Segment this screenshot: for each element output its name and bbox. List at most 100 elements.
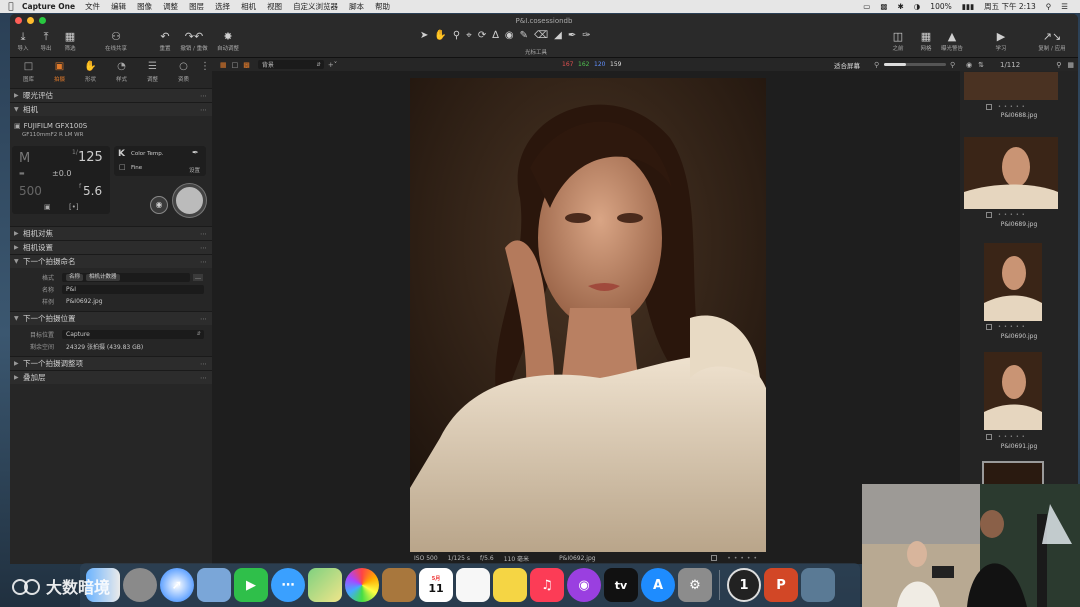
tab-capture[interactable]: ▣ 拍摄 [44, 58, 75, 88]
safari-icon[interactable]: ➚ [160, 568, 194, 602]
messages-icon[interactable]: ⋯ [271, 568, 305, 602]
pan-icon[interactable]: ✋ [434, 30, 446, 41]
tab-more[interactable]: ⋮ [199, 58, 211, 88]
thumbnail-0688[interactable] [964, 72, 1058, 100]
more-icon[interactable]: ⋯ [200, 106, 207, 114]
share-button[interactable]: ⚇ 在线共享 [99, 29, 133, 52]
loupe-icon[interactable]: ⚲ [453, 30, 460, 41]
clock[interactable]: 周五 下午 2:13 [984, 1, 1036, 12]
copy-apply-button[interactable]: ↗↘ 复制 / 应用 [1035, 29, 1069, 52]
thumb-checkbox[interactable] [986, 434, 992, 440]
menu-item-select[interactable]: 选择 [215, 1, 230, 12]
appstore-icon[interactable]: A [641, 568, 675, 602]
tab-adjust[interactable]: ☰ 调整 [137, 58, 168, 88]
reminders-icon[interactable] [456, 568, 490, 602]
section-overlay[interactable]: ▶ 叠加层 ⋯ [10, 370, 212, 384]
preset-select[interactable]: 背景 ⇵ [257, 60, 324, 69]
camera-settings-label[interactable]: 设置 [189, 166, 200, 174]
search-icon[interactable]: ⚲ [1046, 2, 1052, 11]
airplay-icon[interactable]: ▭ [863, 2, 870, 11]
section-next-capture-naming[interactable]: ▼ 下一个拍摄命名 ⋯ [10, 254, 212, 268]
naming-name-input[interactable]: P&I [62, 284, 204, 294]
image-quality[interactable]: Fine [131, 165, 142, 171]
sort-icon[interactable]: ⇅ [978, 61, 984, 69]
capture-one-icon[interactable]: 1 [727, 568, 761, 602]
photos-icon[interactable] [345, 568, 379, 602]
token-name[interactable]: 名称 [66, 273, 84, 281]
menu-item-layers[interactable]: 图层 [189, 1, 204, 12]
apple-icon[interactable]:  [0, 2, 22, 12]
aperture-value[interactable]: 5.6 [83, 184, 102, 198]
thumb-checkbox[interactable] [986, 212, 992, 218]
tab-layers[interactable]: ○ 资质 [168, 58, 199, 88]
wb-mode[interactable]: Color Temp. [131, 151, 164, 157]
thumb-rating[interactable]: ••••• [998, 324, 1028, 330]
more-icon[interactable]: ⋯ [200, 374, 207, 382]
picker-icon[interactable]: ✒ [568, 30, 576, 41]
auto-adjust-button[interactable]: ✸ 自动调整 [211, 29, 245, 52]
location-target-select[interactable]: Capture ⇵ [62, 329, 204, 339]
brush-icon[interactable]: ✎ [520, 30, 528, 41]
powerpoint-icon[interactable]: P [764, 568, 798, 602]
exposure-mode[interactable]: M [19, 151, 30, 166]
drive-mode-icon[interactable]: ▣ [44, 203, 51, 211]
live-view-button[interactable]: ◉ [150, 196, 168, 214]
photo-app-icon[interactable] [801, 568, 835, 602]
annotate-icon[interactable]: ✑ [582, 30, 590, 41]
thumbnail-0689[interactable] [964, 137, 1058, 209]
photo-select-checkbox[interactable] [711, 555, 718, 561]
grid-view-icon[interactable]: ▦ [220, 61, 227, 69]
token-counter[interactable]: 相机计数器 [86, 273, 120, 281]
spot-icon[interactable]: ◉ [505, 30, 514, 41]
add-icon[interactable]: +˅ [328, 61, 337, 69]
menu-item-adjust[interactable]: 调整 [163, 1, 178, 12]
filter-button[interactable]: ▦ 筛选 [53, 29, 87, 52]
bluetooth-icon[interactable]: ✱ [897, 2, 903, 11]
tv-icon[interactable]: tv [604, 568, 638, 602]
wifi-icon[interactable]: ◑ [914, 2, 921, 11]
eyedropper-icon[interactable]: ✒ [192, 148, 199, 157]
control-center-icon[interactable]: ☰ [1061, 2, 1068, 11]
calendar-icon[interactable]: 5月 11 [419, 568, 453, 602]
select-cursor-icon[interactable]: ➤ [420, 30, 428, 41]
menu-app-name[interactable]: Capture One [22, 2, 75, 11]
system-preferences-icon[interactable]: ⚙ [678, 568, 712, 602]
thumbnail-0691[interactable] [984, 352, 1042, 430]
menu-item-image[interactable]: 图像 [137, 1, 152, 12]
exposure-comp[interactable]: ±0.0 [52, 169, 71, 178]
section-next-capture-location[interactable]: ▼ 下一个拍摄位置 ⋯ [10, 311, 212, 325]
rotate-icon[interactable]: ⟳ [478, 30, 486, 41]
more-icon[interactable]: ⋯ [200, 258, 207, 266]
eye-icon[interactable]: ◉ [966, 61, 972, 69]
iso-value[interactable]: 500 [19, 184, 42, 198]
more-icon[interactable]: ⋯ [200, 92, 207, 100]
gradient-icon[interactable]: ◢ [554, 30, 562, 41]
menu-item-help[interactable]: 帮助 [375, 1, 390, 12]
music-icon[interactable]: ♫ [530, 568, 564, 602]
tab-style[interactable]: ◔ 样式 [106, 58, 137, 88]
section-exposure-eval[interactable]: ▶ 曝光评估 ⋯ [10, 88, 212, 102]
learn-button[interactable]: ▶ 学习 [984, 29, 1018, 52]
single-view-icon[interactable]: □ [232, 61, 239, 69]
section-next-capture-adjustments[interactable]: ▶ 下一个拍摄调整项 ⋯ [10, 356, 212, 370]
launchpad-icon[interactable] [123, 568, 157, 602]
display-icon[interactable]: ▩ [880, 2, 887, 11]
thumb-rating[interactable]: ••••• [998, 212, 1028, 218]
facetime-icon[interactable]: ▶ [234, 568, 268, 602]
crop-icon[interactable]: ⌖ [466, 30, 472, 41]
browser-search-icon[interactable]: ⚲ [1056, 61, 1061, 69]
ellipsis-button[interactable]: … [193, 273, 203, 281]
menu-item-file[interactable]: 文件 [85, 1, 100, 12]
thumb-rating[interactable]: ••••• [998, 434, 1028, 440]
shutter-speed[interactable]: 125 [78, 150, 103, 165]
menu-item-camera[interactable]: 相机 [241, 1, 256, 12]
preview-icon[interactable] [197, 568, 231, 602]
undo-redo-button[interactable]: ↷↶ 撤销 / 重做 [177, 29, 211, 52]
zoom-in-icon[interactable]: ⚲ [950, 61, 955, 69]
thumb-checkbox[interactable] [986, 104, 992, 110]
menu-item-scripts[interactable]: 脚本 [349, 1, 364, 12]
battery-icon[interactable]: ▮▮▮ [962, 2, 974, 11]
tab-shape[interactable]: ✋ 形状 [75, 58, 106, 88]
thumbnail-0690[interactable] [984, 243, 1042, 321]
capture-shutter-button[interactable] [173, 184, 206, 217]
